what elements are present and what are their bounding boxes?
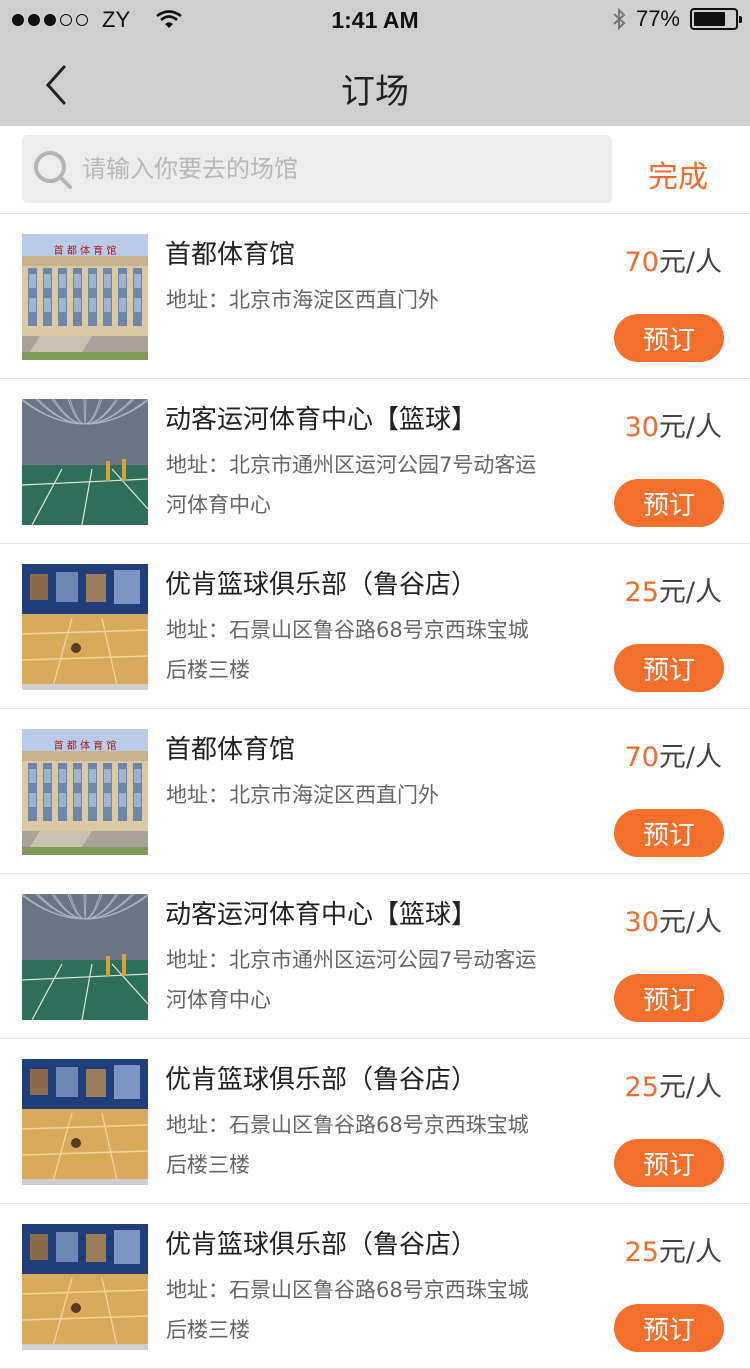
venue-thumbnail: 首 都 体 育 馆 [22, 234, 148, 360]
book-button[interactable]: 预订 [614, 479, 724, 527]
battery-nub [739, 16, 742, 23]
price-unit: 元/人 [658, 742, 722, 773]
price-unit: 元/人 [658, 907, 722, 938]
venue-item[interactable]: 动客运河体育中心【篮球】地址：北京市通州区运河公园7号动客运河体育中心 30元/人… [0, 379, 750, 544]
svg-text:首 都 体 育 馆: 首 都 体 育 馆 [54, 244, 117, 257]
price-value: 25 [624, 577, 659, 608]
book-button[interactable]: 预订 [614, 974, 724, 1022]
nav-bar: 订场 [0, 40, 750, 126]
venue-name: 优肯篮球俱乐部（鲁谷店） [165, 1065, 478, 1095]
venue-thumbnail [22, 1059, 148, 1185]
venue-name: 首都体育馆 [165, 240, 296, 270]
price-unit: 元/人 [658, 1072, 722, 1103]
venue-item[interactable]: 优肯篮球俱乐部（鲁谷店） 地址：石景山区鲁谷路68号京西珠宝城后楼三楼 25元/人预… [0, 1204, 750, 1369]
search-input[interactable] [82, 147, 602, 191]
venue-list: 首 都 体 育 馆首都体育馆 地址：北京市海淀区西直门外 70元/人 预订 动客运河体育… [0, 214, 750, 1369]
venue-name: 优肯篮球俱乐部（鲁谷店） [165, 570, 478, 600]
venue-name: 首都体育馆 [165, 735, 296, 765]
book-button[interactable]: 预订 [614, 314, 724, 362]
search-box[interactable] [22, 135, 612, 203]
venue-thumbnail [22, 564, 148, 690]
venue-address: 地址：北京市海淀区西直门外 [166, 783, 439, 807]
venue-address: 地址：北京市通州区运河公园7号动客运河体育中心 [166, 453, 537, 517]
price-value: 30 [624, 907, 659, 938]
book-button[interactable]: 预订 [614, 809, 724, 857]
book-button[interactable]: 预订 [614, 1139, 724, 1187]
book-button[interactable]: 预订 [614, 1304, 724, 1352]
price-unit: 元/人 [658, 412, 722, 443]
venue-price: 25元/人 [625, 570, 722, 609]
price-value: 25 [624, 1237, 659, 1268]
venue-item[interactable]: 动客运河体育中心【篮球】地址：北京市通州区运河公园7号动客运河体育中心 30元/人… [0, 874, 750, 1039]
search-icon [34, 151, 72, 189]
price-unit: 元/人 [658, 247, 722, 278]
venue-price: 70元/人 [625, 240, 722, 279]
price-unit: 元/人 [658, 1237, 722, 1268]
price-unit: 元/人 [658, 577, 722, 608]
venue-price: 30元/人 [625, 900, 722, 939]
venue-item[interactable]: 优肯篮球俱乐部（鲁谷店） 地址：石景山区鲁谷路68号京西珠宝城后楼三楼 25元/人预… [0, 1039, 750, 1204]
search-bar: 完成 [0, 126, 750, 214]
venue-thumbnail: 首 都 体 育 馆 [22, 729, 148, 855]
venue-address: 地址：石景山区鲁谷路68号京西珠宝城后楼三楼 [166, 618, 529, 682]
venue-address: 地址：石景山区鲁谷路68号京西珠宝城后楼三楼 [166, 1113, 529, 1177]
venue-thumbnail [22, 399, 148, 525]
venue-name: 动客运河体育中心【篮球】 [165, 900, 478, 930]
price-value: 70 [624, 247, 659, 278]
battery-percent: 77% [635, 6, 680, 31]
venue-address: 地址：北京市通州区运河公园7号动客运河体育中心 [166, 948, 537, 1012]
bluetooth-icon [613, 7, 626, 31]
venue-item[interactable]: 首 都 体 育 馆 首都体育馆地址：北京市海淀区西直门外 70元/人预订 [0, 709, 750, 874]
price-value: 70 [624, 742, 659, 773]
venue-name: 优肯篮球俱乐部（鲁谷店） [165, 1230, 478, 1260]
price-value: 25 [624, 1072, 659, 1103]
battery-icon [690, 8, 742, 30]
venue-item[interactable]: 优肯篮球俱乐部（鲁谷店） 地址：石景山区鲁谷路68号京西珠宝城后楼三楼 25元/人预… [0, 544, 750, 709]
book-button[interactable]: 预订 [614, 644, 724, 692]
status-bar: ZY 1:41 AM 77% [0, 0, 750, 40]
venue-name: 动客运河体育中心【篮球】 [165, 405, 478, 435]
venue-price: 70元/人 [625, 735, 722, 774]
venue-thumbnail [22, 894, 148, 1020]
page-title: 订场 [341, 72, 409, 112]
venue-item[interactable]: 首 都 体 育 馆 首都体育馆地址：北京市海淀区西直门外 70元/人预订 [0, 214, 750, 379]
venue-address: 地址：北京市海淀区西直门外 [166, 288, 439, 312]
venue-price: 25元/人 [625, 1230, 722, 1269]
venue-price: 30元/人 [625, 405, 722, 444]
venue-price: 25元/人 [625, 1065, 722, 1104]
venue-thumbnail [22, 1224, 148, 1350]
venue-address: 地址：石景山区鲁谷路68号京西珠宝城后楼三楼 [166, 1278, 529, 1342]
price-value: 30 [624, 412, 659, 443]
done-button[interactable]: 完成 [648, 152, 708, 196]
svg-text:首 都 体 育 馆: 首 都 体 育 馆 [54, 739, 117, 752]
battery-fill [694, 12, 725, 26]
